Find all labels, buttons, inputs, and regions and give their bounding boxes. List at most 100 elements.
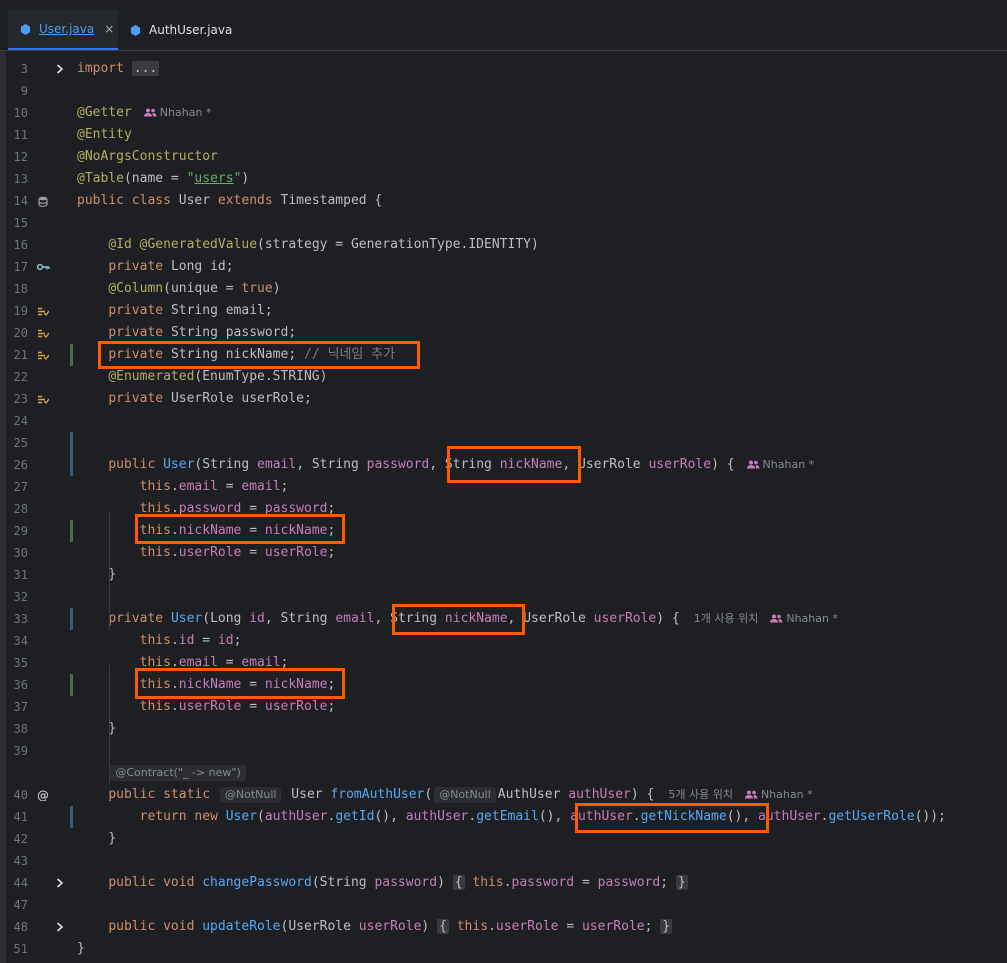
at-icon[interactable]: @ <box>36 784 50 806</box>
code-text[interactable]: private User(Long id, String email, Stri… <box>77 608 838 630</box>
code-text[interactable]: @Column(unique = true) <box>77 278 280 300</box>
code-text[interactable]: public void updateRole(UserRole userRole… <box>77 916 673 938</box>
code-text[interactable]: } <box>77 564 116 586</box>
code-text[interactable]: this.nickName = nickName; <box>77 520 336 542</box>
code-editor[interactable]: 3 import ... 9 10 @Getter Nhahan * 11 @Entity 12… <box>6 51 1007 963</box>
code-text[interactable]: @Table(name = "users") <box>77 168 249 190</box>
code-line[interactable]: 34 this.id = id; <box>6 630 1007 652</box>
code-line[interactable]: 19 private String email; <box>6 300 1007 322</box>
author-hint[interactable]: Nhahan * <box>744 784 813 806</box>
code-text[interactable]: return new User(authUser.getId(), authUs… <box>77 806 946 828</box>
code-line[interactable]: 17 private Long id; <box>6 256 1007 278</box>
code-line[interactable]: 37 this.userRole = userRole; <box>6 696 1007 718</box>
code-line[interactable]: 22 @Enumerated(EnumType.STRING) <box>6 366 1007 388</box>
vcs-change-marker[interactable] <box>70 608 73 630</box>
code-line[interactable]: 18 @Column(unique = true) <box>6 278 1007 300</box>
code-line[interactable]: 9 <box>6 80 1007 102</box>
code-line[interactable]: 32 <box>6 586 1007 608</box>
vcs-change-marker[interactable] <box>70 806 73 828</box>
code-text[interactable]: public static @NotNull User fromAuthUser… <box>77 784 813 806</box>
code-text[interactable]: private String password; <box>77 322 296 344</box>
code-line[interactable]: 13 @Table(name = "users") <box>6 168 1007 190</box>
tab-authuser-java[interactable]: AuthUser.java <box>130 10 240 50</box>
implements-icon[interactable] <box>36 388 50 410</box>
code-text[interactable]: private String email; <box>77 300 272 322</box>
chevron-right-icon[interactable] <box>54 58 66 80</box>
code-line[interactable]: 40 @ public static @NotNull User fromAuth… <box>6 784 1007 806</box>
code-line[interactable]: 11 @Entity <box>6 124 1007 146</box>
vcs-change-marker[interactable] <box>70 344 73 366</box>
author-hint[interactable]: Nhahan * <box>746 454 814 476</box>
code-line[interactable]: 3 import ... <box>6 58 1007 80</box>
code-line[interactable]: 36 this.nickName = nickName; <box>6 674 1007 696</box>
chevron-right-icon[interactable] <box>54 916 66 938</box>
code-line[interactable]: 10 @Getter Nhahan * <box>6 102 1007 124</box>
code-text[interactable]: this.userRole = userRole; <box>77 542 336 564</box>
code-line[interactable]: 43 <box>6 850 1007 872</box>
code-line[interactable]: 39 <box>6 740 1007 762</box>
vcs-change-marker[interactable] <box>70 454 73 476</box>
usages-hint[interactable]: 1개 사용 위치 <box>694 608 759 630</box>
code-line[interactable]: 15 <box>6 212 1007 234</box>
code-text[interactable]: this.password = password; <box>77 498 336 520</box>
code-line[interactable]: 20 private String password; <box>6 322 1007 344</box>
code-text[interactable]: private UserRole userRole; <box>77 388 312 410</box>
code-text[interactable]: this.nickName = nickName; <box>77 674 336 696</box>
code-text[interactable]: this.id = id; <box>77 630 242 652</box>
implements-icon[interactable] <box>36 322 50 344</box>
implements-icon[interactable] <box>36 300 50 322</box>
code-text[interactable]: import ... <box>77 58 160 80</box>
code-text[interactable]: @Getter Nhahan * <box>77 102 211 124</box>
database-icon[interactable] <box>36 190 50 212</box>
code-text[interactable]: } <box>77 828 116 850</box>
code-line[interactable]: 16 @Id @GeneratedValue(strategy = Genera… <box>6 234 1007 256</box>
folded-code-placeholder[interactable]: ... <box>131 61 160 76</box>
code-text[interactable]: @Enumerated(EnumType.STRING) <box>77 366 327 388</box>
chevron-right-icon[interactable] <box>54 872 66 894</box>
code-line[interactable]: 33 private User(Long id, String email, S… <box>6 608 1007 630</box>
code-line[interactable]: 30 this.userRole = userRole; <box>6 542 1007 564</box>
author-hint[interactable]: Nhahan * <box>143 102 211 124</box>
usages-hint[interactable]: 5개 사용 위치 <box>668 784 733 806</box>
code-line[interactable]: @Contract("_ -> new") <box>6 762 1007 784</box>
key-icon[interactable] <box>36 256 50 278</box>
code-line[interactable]: 25 <box>6 432 1007 454</box>
code-text[interactable]: @NoArgsConstructor <box>77 146 218 168</box>
code-line[interactable]: 26 public User(String email, String pass… <box>6 454 1007 476</box>
code-line[interactable]: 38 } <box>6 718 1007 740</box>
code-text[interactable]: private String nickName; // 닉네임 추가 <box>77 344 395 366</box>
code-text[interactable]: this.email = email; <box>77 476 289 498</box>
code-text[interactable]: @Entity <box>77 124 132 146</box>
code-line[interactable]: 29 this.nickName = nickName; <box>6 520 1007 542</box>
code-text[interactable]: @Contract("_ -> new") <box>77 762 248 784</box>
code-line[interactable]: 47 <box>6 894 1007 916</box>
code-line[interactable]: 41 return new User(authUser.getId(), aut… <box>6 806 1007 828</box>
code-line[interactable]: 31 } <box>6 564 1007 586</box>
code-text[interactable]: } <box>77 938 85 960</box>
code-line[interactable]: 35 this.email = email; <box>6 652 1007 674</box>
code-line[interactable]: 12 @NoArgsConstructor <box>6 146 1007 168</box>
code-text[interactable]: public void changePassword(String passwo… <box>77 872 688 894</box>
vcs-change-marker[interactable] <box>70 674 73 696</box>
code-text[interactable]: @Id @GeneratedValue(strategy = Generatio… <box>77 234 538 256</box>
folded-code-placeholder[interactable]: } <box>660 919 673 934</box>
code-line[interactable]: 51} <box>6 938 1007 960</box>
code-text[interactable]: private Long id; <box>77 256 233 278</box>
code-line[interactable]: 24 <box>6 410 1007 432</box>
code-line[interactable]: 23 private UserRole userRole; <box>6 388 1007 410</box>
code-line[interactable]: 14 public class User extends Timestamped … <box>6 190 1007 212</box>
folded-code-placeholder[interactable]: { <box>452 875 465 890</box>
code-text[interactable]: public User(String email, String passwor… <box>77 454 814 476</box>
vcs-change-marker[interactable] <box>70 432 73 454</box>
tab-user-java[interactable]: User.java × <box>8 10 118 50</box>
author-hint[interactable]: Nhahan * <box>770 608 838 630</box>
code-line[interactable]: 48 public void updateRole(UserRole userR… <box>6 916 1007 938</box>
code-line[interactable]: 44 public void changePassword(String pas… <box>6 872 1007 894</box>
folded-code-placeholder[interactable]: } <box>675 875 688 890</box>
code-line[interactable]: 28 this.password = password; <box>6 498 1007 520</box>
folded-code-placeholder[interactable]: { <box>437 919 449 934</box>
vcs-change-marker[interactable] <box>70 520 73 542</box>
code-line[interactable]: 21 private String nickName; // 닉네임 추가 <box>6 344 1007 366</box>
implements-icon[interactable] <box>36 344 50 366</box>
code-text[interactable]: public class User extends Timestamped { <box>77 190 382 212</box>
